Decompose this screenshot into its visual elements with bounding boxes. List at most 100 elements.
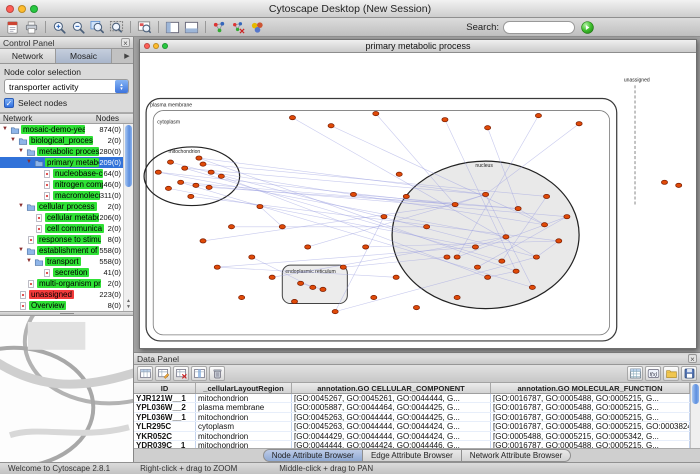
- tree-scrollbar-thumb[interactable]: [125, 125, 132, 187]
- network-view-frame[interactable]: primary metabolic process plasma membran…: [139, 39, 697, 349]
- disclosure-triangle-icon[interactable]: ▼: [26, 157, 34, 168]
- tree-row[interactable]: macromolecule311(0): [0, 190, 123, 201]
- new-network-icon[interactable]: [211, 19, 228, 35]
- network-canvas[interactable]: plasma membranecytoplasmmitochondrionnuc…: [140, 53, 696, 348]
- tree-row[interactable]: Overview8(0): [0, 300, 123, 311]
- zoom-out-icon[interactable]: [70, 19, 87, 35]
- function-icon[interactable]: f(x): [645, 366, 661, 381]
- tree-row[interactable]: nitrogen compo46(0): [0, 179, 123, 190]
- tree-column-nodes[interactable]: Nodes: [96, 114, 119, 123]
- tree-scrollbar[interactable]: ▲▼: [123, 124, 133, 311]
- window-title: Cytoscape Desktop (New Session): [0, 0, 700, 18]
- frame-minimize-button[interactable]: [153, 43, 159, 49]
- tab-edge-attribute-browser[interactable]: Edge Attribute Browser: [363, 449, 462, 462]
- tree-row[interactable]: ▼metabolic process280(0): [0, 146, 123, 157]
- tree-row[interactable]: ▼establishment of l558(0): [0, 245, 123, 256]
- select-nodes-checkbox[interactable]: [4, 98, 14, 108]
- tree-row[interactable]: cellular metabo206(0): [0, 212, 123, 223]
- disclosure-triangle-icon[interactable]: ▼: [2, 124, 10, 135]
- disclosure-triangle-icon[interactable]: ▼: [18, 245, 26, 256]
- column-header[interactable]: _cellularLayoutRegion: [196, 383, 292, 393]
- delete-attribute-icon[interactable]: [173, 366, 189, 381]
- disclosure-triangle-icon[interactable]: ▼: [18, 146, 26, 157]
- zoom-window-button[interactable]: [30, 5, 38, 13]
- column-header[interactable]: ID: [134, 383, 196, 393]
- tree-row[interactable]: unassigned223(0): [0, 289, 123, 300]
- tree-row-label: nucleobase-co: [53, 169, 103, 178]
- tab-node-attribute-browser[interactable]: Node Attribute Browser: [263, 449, 363, 462]
- matrix-icon[interactable]: [627, 366, 643, 381]
- disclosure-triangle-icon[interactable]: ▼: [26, 256, 34, 267]
- destroy-network-icon[interactable]: [230, 19, 247, 35]
- create-attribute-icon[interactable]: [155, 366, 171, 381]
- browser-tabs: Node Attribute BrowserEdge Attribute Bro…: [134, 448, 700, 462]
- data-panel-toggle-icon[interactable]: [183, 19, 200, 35]
- tree-row[interactable]: response to stimu8(0): [0, 234, 123, 245]
- table-row[interactable]: YPL036W__1mitochondrion[GO:0045263, GO:0…: [134, 413, 690, 422]
- column-header[interactable]: annotation.GO MOLECULAR_FUNCTION: [491, 383, 690, 393]
- search-button[interactable]: [579, 19, 596, 35]
- column-header[interactable]: annotation.GO CELLULAR_COMPONENT: [292, 383, 491, 393]
- control-panel-toggle-icon[interactable]: [164, 19, 181, 35]
- table-cell: plasma membrane: [196, 403, 292, 411]
- table-row[interactable]: YLR295Ccytoplasm[GO:0045263, GO:0044444,…: [134, 422, 690, 431]
- disclosure-triangle-icon[interactable]: ▼: [10, 135, 18, 146]
- table-cell: [GO:0044429, GO:0044444, GO:0044424, G..…: [292, 432, 491, 440]
- tree-scrollbar-arrows[interactable]: ▲▼: [124, 298, 133, 311]
- tab-mosaic[interactable]: Mosaic: [56, 49, 112, 63]
- disclosure-triangle-icon[interactable]: ▼: [18, 201, 26, 212]
- vizmapper-icon[interactable]: [249, 19, 266, 35]
- table-cell: mitochondrion: [196, 432, 292, 440]
- tree-row[interactable]: ▼primary metabo209(0): [0, 157, 123, 168]
- table-scrollbar[interactable]: [690, 383, 700, 448]
- tab-network-attribute-browser[interactable]: Network Attribute Browser: [462, 449, 571, 462]
- node-color-dropdown[interactable]: transporter activity ▴▾: [4, 79, 129, 94]
- main-toolbar: Search:: [0, 18, 700, 37]
- open-session-icon[interactable]: [4, 19, 21, 35]
- tree-column-network[interactable]: Network: [3, 114, 32, 123]
- control-panel-close-icon[interactable]: ×: [121, 38, 130, 47]
- tree-row[interactable]: multi-organism pr2(0): [0, 278, 123, 289]
- tree-row[interactable]: nucleobase-co64(0): [0, 168, 123, 179]
- table-row[interactable]: YDR039C__1mitochondrion[GO:0044444, GO:0…: [134, 441, 690, 448]
- print-icon[interactable]: [23, 19, 40, 35]
- table-row[interactable]: YPL036W__2plasma membrane[GO:0005887, GO…: [134, 403, 690, 412]
- tree-row-label: biological_process: [29, 136, 93, 145]
- tree-page-icon: [42, 180, 52, 190]
- select-nodes-checkbox-row[interactable]: Select nodes: [4, 98, 129, 108]
- select-attributes-icon[interactable]: [137, 366, 153, 381]
- tree-row[interactable]: ▼transport558(0): [0, 256, 123, 267]
- status-pan-hint: Middle-click + drag to PAN: [279, 464, 373, 473]
- window-titlebar[interactable]: Cytoscape Desktop (New Session): [0, 0, 700, 18]
- table-scrollbar-thumb[interactable]: [692, 384, 699, 404]
- table-cell: [GO:0016787, GO:0005488, GO:0005215, GO:…: [491, 422, 690, 430]
- table-row[interactable]: YKR052Cmitochondrion[GO:0044429, GO:0044…: [134, 432, 690, 441]
- birdseye-view[interactable]: [0, 316, 133, 462]
- tree-row[interactable]: ▼cellular process2(0): [0, 201, 123, 212]
- frame-close-button[interactable]: [144, 43, 150, 49]
- table-row[interactable]: YJR121W__1mitochondrion[GO:0045267, GO:0…: [134, 394, 690, 403]
- tree-row[interactable]: ▼mosaic-demo-yeast874(0): [0, 124, 123, 135]
- import-attributes-icon[interactable]: [663, 366, 679, 381]
- tree-row[interactable]: secretion41(0): [0, 267, 123, 278]
- zoom-region-icon[interactable]: [136, 19, 153, 35]
- close-window-button[interactable]: [6, 5, 14, 13]
- frame-zoom-button[interactable]: [162, 43, 168, 49]
- trash-icon[interactable]: [209, 366, 225, 381]
- zoom-selected-icon[interactable]: [89, 19, 106, 35]
- tab-network[interactable]: Network: [0, 49, 56, 63]
- data-panel-close-icon[interactable]: ×: [688, 354, 697, 363]
- tree-page-icon: [42, 268, 52, 278]
- tree-row-count: 209(0): [99, 158, 121, 167]
- tree-row[interactable]: ▼biological_process2(0): [0, 135, 123, 146]
- new-column-icon[interactable]: [191, 366, 207, 381]
- tab-overflow-arrow-icon[interactable]: ▶: [121, 49, 133, 63]
- zoom-fit-icon[interactable]: [108, 19, 125, 35]
- zoom-in-icon[interactable]: [51, 19, 68, 35]
- save-attributes-icon[interactable]: [681, 366, 697, 381]
- search-input[interactable]: [503, 21, 575, 34]
- control-panel-title: Control Panel: [3, 38, 55, 48]
- network-view-titlebar[interactable]: primary metabolic process: [140, 40, 696, 53]
- minimize-window-button[interactable]: [18, 5, 26, 13]
- tree-row[interactable]: cell communica2(0): [0, 223, 123, 234]
